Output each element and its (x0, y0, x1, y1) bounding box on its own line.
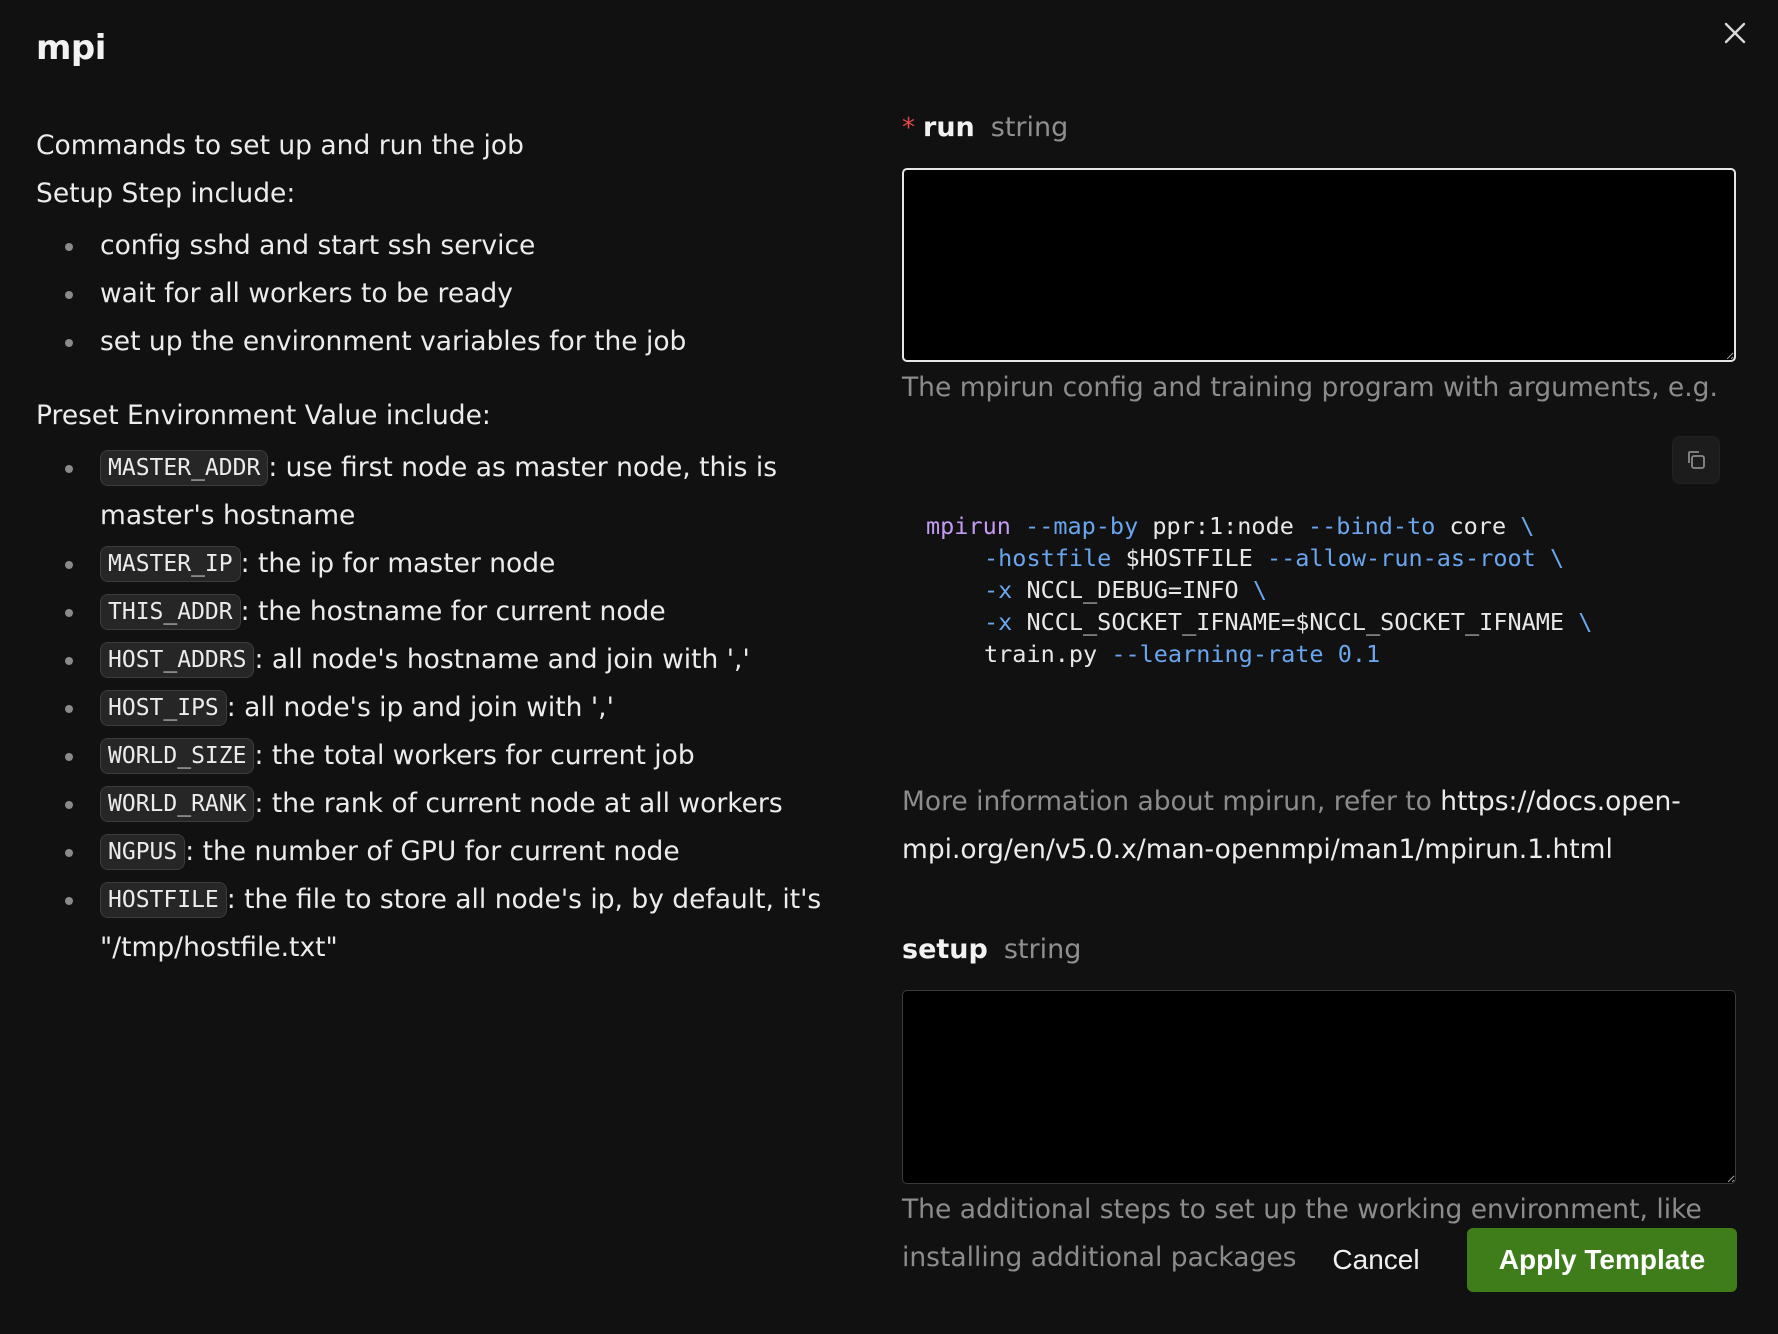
env-var-name: WORLD_SIZE (100, 738, 255, 774)
required-marker: * (902, 113, 915, 143)
env-var-desc: : the hostname for current node (240, 596, 666, 627)
setup-steps-heading: Setup Step include: (36, 178, 296, 209)
template-description: Commands to set up and run the job Setup… (36, 122, 836, 972)
setup-input[interactable] (902, 990, 1736, 1184)
close-button[interactable] (1718, 16, 1752, 50)
env-var-desc: : all node's ip and join with ',' (226, 692, 614, 723)
close-icon (1724, 22, 1746, 44)
env-item: WORLD_RANK: the rank of current node at … (65, 780, 836, 828)
env-var-name: NGPUS (100, 834, 186, 870)
env-var-name: HOST_ADDRS (100, 642, 255, 678)
setup-steps-list: config sshd and start ssh service wait f… (36, 222, 836, 366)
code-line: -x NCCL_DEBUG=INFO \ (984, 576, 1267, 604)
env-var-name: THIS_ADDR (100, 594, 241, 630)
env-var-desc: : the number of GPU for current node (185, 836, 680, 867)
copy-icon (1688, 451, 1705, 469)
env-var-name: HOSTFILE (100, 882, 227, 918)
env-var-name: WORLD_RANK (100, 786, 255, 822)
dialog-title: mpi (36, 28, 106, 68)
code-line: -hostfile $HOSTFILE --allow-run-as-root … (984, 544, 1565, 572)
run-label: run (923, 112, 975, 143)
run-field-label: * run string (902, 112, 1736, 168)
env-values-list: MASTER_ADDR: use first node as master no… (36, 444, 836, 972)
env-item: HOST_ADDRS: all node's hostname and join… (65, 636, 836, 684)
env-item: MASTER_ADDR: use first node as master no… (65, 444, 836, 540)
run-type: string (990, 112, 1069, 143)
env-var-desc: : the rank of current node at all worker… (254, 788, 783, 819)
description-intro: Commands to set up and run the job (36, 130, 524, 161)
apply-template-button[interactable]: Apply Template (1467, 1228, 1737, 1292)
template-dialog: mpi Commands to set up and run the job S… (0, 0, 1778, 1334)
mpirun-code-example: mpirun --map-by ppr:1:node --bind-to cor… (902, 436, 1736, 776)
copy-button[interactable] (1672, 436, 1720, 484)
setup-field-label: setup string (902, 934, 1736, 990)
env-var-name: MASTER_ADDR (100, 450, 269, 486)
code-lines: mpirun --map-by ppr:1:node --bind-to cor… (926, 510, 1712, 670)
code-line: -x NCCL_SOCKET_IFNAME=$NCCL_SOCKET_IFNAM… (984, 608, 1593, 636)
env-var-desc: : the total workers for current job (254, 740, 695, 771)
env-item: HOST_IPS: all node's ip and join with ',… (65, 684, 836, 732)
env-item: HOSTFILE: the file to store all node's i… (65, 876, 836, 972)
run-more-info: More information about mpirun, refer to … (902, 778, 1736, 874)
env-item: WORLD_SIZE: the total workers for curren… (65, 732, 836, 780)
env-item: MASTER_IP: the ip for master node (65, 540, 836, 588)
cancel-button[interactable]: Cancel (1314, 1228, 1438, 1292)
env-values-heading: Preset Environment Value include: (36, 400, 491, 431)
run-input[interactable] (902, 168, 1736, 362)
env-var-desc: : all node's hostname and join with ',' (254, 644, 750, 675)
setup-label: setup (902, 934, 988, 965)
more-info-text: More information about mpirun, refer to (902, 786, 1441, 817)
list-item: wait for all workers to be ready (65, 270, 836, 318)
env-item: NGPUS: the number of GPU for current nod… (65, 828, 836, 876)
template-form: * run string The mpirun config and train… (902, 112, 1736, 1282)
env-var-desc: : the ip for master node (240, 548, 556, 579)
setup-type: string (1003, 934, 1082, 965)
env-var-name: HOST_IPS (100, 690, 227, 726)
env-item: THIS_ADDR: the hostname for current node (65, 588, 836, 636)
env-var-name: MASTER_IP (100, 546, 241, 582)
code-line: train.py --learning-rate 0.1 (984, 640, 1381, 668)
list-item: set up the environment variables for the… (65, 318, 836, 366)
code-line: mpirun --map-by ppr:1:node --bind-to cor… (926, 512, 1535, 540)
list-item: config sshd and start ssh service (65, 222, 836, 270)
run-help-text: The mpirun config and training program w… (902, 372, 1718, 403)
